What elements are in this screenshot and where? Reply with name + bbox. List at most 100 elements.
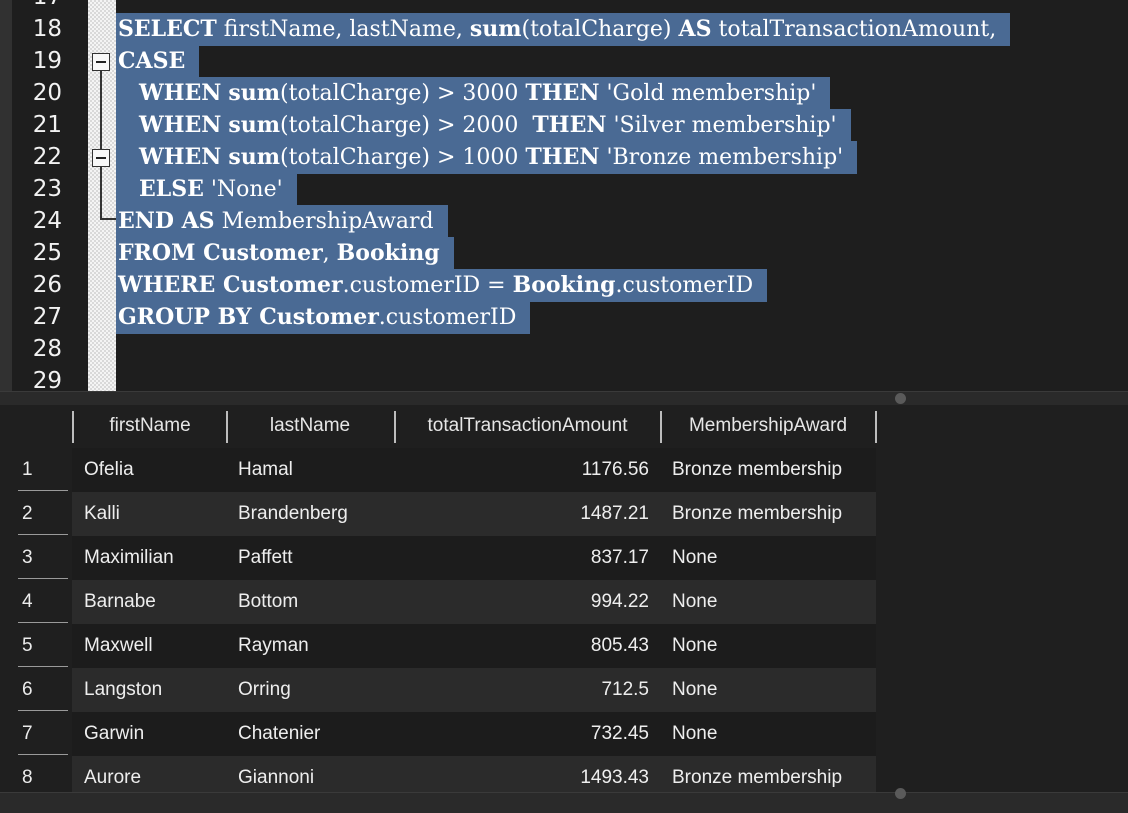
- line-number: 27: [32, 304, 62, 330]
- sql-keyword: WHEN: [138, 80, 222, 106]
- row-number[interactable]: 6: [12, 668, 70, 712]
- sql-keyword: WHEN: [138, 144, 222, 170]
- code-line[interactable]: WHEN sum(totalCharge) > 2000 THEN 'Silve…: [116, 109, 851, 142]
- sql-keyword: Booking: [336, 240, 440, 266]
- sql-token: firstName, lastName,: [216, 17, 470, 42]
- table-row[interactable]: 6 Langston Orring 712.5 None: [0, 668, 1128, 712]
- cell-lastname[interactable]: Paffett: [228, 536, 394, 580]
- fold-guide-line: [100, 71, 102, 149]
- code-line[interactable]: GROUP BY Customer.customerID: [116, 301, 531, 334]
- table-row[interactable]: 1 Ofelia Hamal 1176.56 Bronze membership: [0, 448, 1128, 492]
- cell-membershipaward[interactable]: None: [661, 536, 876, 580]
- sql-token: 'Silver membership': [606, 113, 837, 138]
- selected-code-text: WHERE Customer.customerID = Booking.cust…: [116, 269, 768, 302]
- row-number[interactable]: 5: [12, 624, 70, 668]
- cell-lastname[interactable]: Chatenier: [228, 712, 394, 756]
- cell-totaltransactionamount[interactable]: 994.22: [394, 580, 661, 624]
- row-number[interactable]: 3: [12, 536, 70, 580]
- row-separator: [18, 622, 68, 623]
- sql-editor[interactable]: 17 18 19 20 21 22 23 24 25 26 27 28 29 SELECT firstN…: [0, 0, 1128, 391]
- splitter-handle-icon[interactable]: [895, 393, 906, 404]
- cell-membershipaward[interactable]: None: [661, 624, 876, 668]
- sql-keyword: AS: [678, 16, 712, 42]
- table-row[interactable]: 7 Garwin Chatenier 732.45 None: [0, 712, 1128, 756]
- cell-lastname[interactable]: Orring: [228, 668, 394, 712]
- row-number[interactable]: 2: [12, 492, 70, 536]
- cell-totaltransactionamount[interactable]: 1487.21: [394, 492, 661, 536]
- cell-totaltransactionamount[interactable]: 732.45: [394, 712, 661, 756]
- column-header-totaltransactionamount[interactable]: totalTransactionAmount: [396, 409, 659, 443]
- cell-membershipaward[interactable]: None: [661, 580, 876, 624]
- sql-keyword: SELECT: [118, 16, 217, 42]
- table-row[interactable]: 3 Maximilian Paffett 837.17 None: [0, 536, 1128, 580]
- cell-firstname[interactable]: Maxwell: [72, 624, 228, 668]
- fold-collapse-icon[interactable]: [92, 53, 110, 71]
- cell-firstname[interactable]: Barnabe: [72, 580, 228, 624]
- line-number: 19: [32, 48, 62, 74]
- sql-keyword: WHEN: [138, 112, 222, 138]
- cell-totaltransactionamount[interactable]: 1176.56: [394, 448, 661, 492]
- column-separator[interactable]: [875, 411, 877, 443]
- cell-lastname[interactable]: Brandenberg: [228, 492, 394, 536]
- code-line[interactable]: CASE: [116, 45, 200, 78]
- column-header-lastname[interactable]: lastName: [228, 409, 392, 443]
- cell-membershipaward[interactable]: Bronze membership: [661, 492, 876, 536]
- table-row[interactable]: 2 Kalli Brandenberg 1487.21 Bronze membershi…: [0, 492, 1128, 536]
- results-grid[interactable]: firstName lastName totalTransactionAmoun…: [0, 405, 1128, 812]
- cell-totaltransactionamount[interactable]: 805.43: [394, 624, 661, 668]
- splitter-handle-icon[interactable]: [895, 788, 906, 799]
- code-line[interactable]: FROM Customer, Booking: [116, 237, 454, 270]
- cell-firstname[interactable]: Langston: [72, 668, 228, 712]
- table-row[interactable]: 5 Maxwell Rayman 805.43 None: [0, 624, 1128, 668]
- sql-keyword: THEN: [532, 112, 607, 138]
- line-number: 26: [32, 272, 62, 298]
- sql-keyword: sum: [228, 80, 281, 106]
- line-number: 18: [32, 16, 62, 42]
- cell-membershipaward[interactable]: Bronze membership: [661, 448, 876, 492]
- line-number: 24: [32, 208, 62, 234]
- cell-membershipaward[interactable]: None: [661, 712, 876, 756]
- editor-left-strip: [0, 0, 12, 391]
- selected-code-text: FROM Customer, Booking: [116, 237, 454, 270]
- code-line[interactable]: WHEN sum(totalCharge) > 1000 THEN 'Bronz…: [116, 141, 858, 174]
- row-number[interactable]: 1: [12, 448, 70, 492]
- sql-keyword: THEN: [525, 144, 600, 170]
- row-number[interactable]: 4: [12, 580, 70, 624]
- cell-lastname[interactable]: Hamal: [228, 448, 394, 492]
- code-line[interactable]: SELECT firstName, lastName, sum(totalCha…: [116, 13, 1011, 46]
- cell-firstname[interactable]: Garwin: [72, 712, 228, 756]
- cell-firstname[interactable]: Maximilian: [72, 536, 228, 580]
- line-number-gutter: 17 18 19 20 21 22 23 24 25 26 27 28 29: [12, 0, 88, 391]
- fold-collapse-icon[interactable]: [92, 149, 110, 167]
- row-number[interactable]: 7: [12, 712, 70, 756]
- line-number: 29: [32, 368, 62, 391]
- fold-guide-line: [100, 167, 102, 219]
- sql-keyword: sum: [469, 16, 522, 42]
- sql-token: ,: [322, 241, 337, 266]
- cell-membershipaward[interactable]: None: [661, 668, 876, 712]
- cell-totaltransactionamount[interactable]: 837.17: [394, 536, 661, 580]
- cell-firstname[interactable]: Ofelia: [72, 448, 228, 492]
- code-line[interactable]: END AS MembershipAward: [116, 205, 448, 238]
- sql-keyword: END AS: [118, 208, 215, 234]
- cell-lastname[interactable]: Bottom: [228, 580, 394, 624]
- table-row[interactable]: 4 Barnabe Bottom 994.22 None: [0, 580, 1128, 624]
- cell-totaltransactionamount[interactable]: 712.5: [394, 668, 661, 712]
- row-separator: [18, 666, 68, 667]
- sql-token: .customerID =: [342, 273, 513, 298]
- code-line[interactable]: WHEN sum(totalCharge) > 3000 THEN 'Gold …: [116, 77, 831, 110]
- pane-splitter[interactable]: [0, 391, 1128, 406]
- sql-keyword: THEN: [525, 80, 600, 106]
- bottom-splitter[interactable]: [0, 788, 1128, 813]
- row-separator: [18, 578, 68, 579]
- cell-firstname[interactable]: Kalli: [72, 492, 228, 536]
- code-line[interactable]: ELSE 'None': [116, 173, 297, 206]
- column-header-membershipaward[interactable]: MembershipAward: [662, 409, 874, 443]
- code-line[interactable]: WHERE Customer.customerID = Booking.cust…: [116, 269, 768, 302]
- sql-keyword: CASE: [118, 48, 186, 74]
- selected-code-text: CASE: [116, 45, 200, 78]
- column-header-firstname[interactable]: firstName: [74, 409, 226, 443]
- cell-lastname[interactable]: Rayman: [228, 624, 394, 668]
- line-number: 17: [12, 0, 62, 13]
